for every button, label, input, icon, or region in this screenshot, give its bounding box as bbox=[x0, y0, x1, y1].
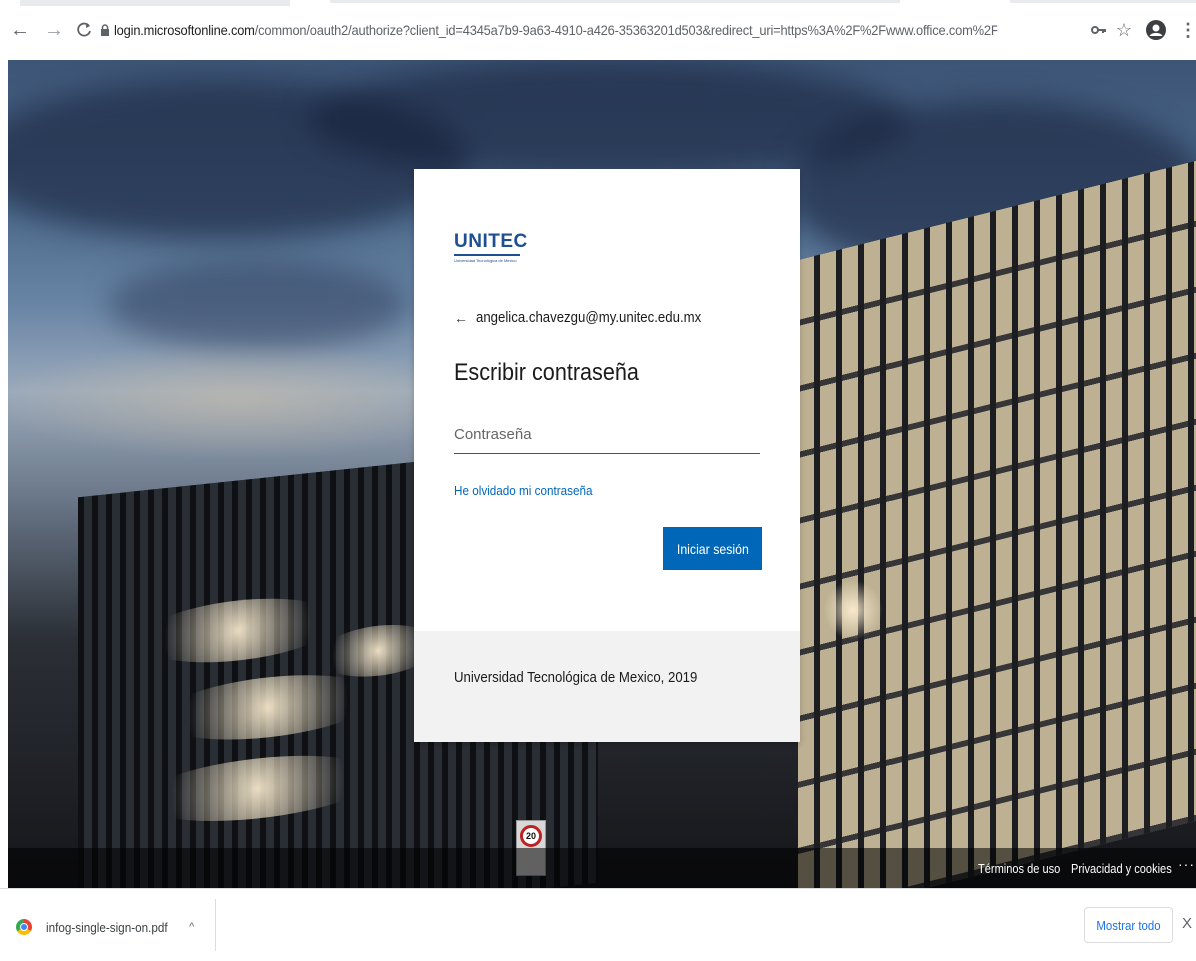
tab-strip-edge bbox=[20, 0, 290, 6]
card-footer bbox=[414, 631, 800, 742]
unitec-logo: UNITEC Universidad Tecnológica de México bbox=[454, 231, 528, 270]
tab-strip-edge bbox=[1010, 0, 1196, 3]
browser-toolbar: ← → login.microsoftonline.com/common/oau… bbox=[0, 0, 1196, 60]
organization-text: Universidad Tecnológica de Mexico, 2019 bbox=[454, 669, 698, 686]
sign-in-label: Iniciar sesión bbox=[676, 540, 749, 557]
profile-avatar-icon[interactable] bbox=[1144, 18, 1168, 42]
close-icon[interactable]: X bbox=[1182, 915, 1192, 932]
browser-menu-icon[interactable]: ⋮ bbox=[1176, 18, 1196, 42]
sign-in-button[interactable]: Iniciar sesión bbox=[663, 527, 762, 570]
url-host: login.microsoftonline.com bbox=[114, 22, 255, 38]
reload-icon bbox=[77, 22, 91, 37]
logo-text: UNITEC bbox=[454, 231, 528, 252]
street-light bbox=[823, 580, 883, 640]
terms-link[interactable]: Términos de uso bbox=[978, 861, 1060, 876]
reload-button[interactable] bbox=[72, 18, 96, 42]
lock-icon[interactable] bbox=[98, 18, 112, 42]
privacy-link[interactable]: Privacidad y cookies bbox=[1071, 861, 1172, 876]
bookmark-star-icon[interactable]: ☆ bbox=[1112, 18, 1136, 42]
forgot-password-link[interactable]: He olvidado mi contraseña bbox=[454, 483, 593, 498]
chevron-up-icon[interactable]: ^ bbox=[189, 921, 194, 933]
cloud bbox=[108, 260, 408, 350]
chrome-file-icon bbox=[16, 919, 32, 935]
login-card: UNITEC Universidad Tecnológica de México… bbox=[414, 169, 800, 742]
url-path: /common/oauth2/authorize?client_id=4345a… bbox=[254, 22, 998, 38]
address-bar[interactable]: login.microsoftonline.com/common/oauth2/… bbox=[114, 22, 997, 38]
page-title: Escribir contraseña bbox=[454, 359, 639, 386]
password-input[interactable] bbox=[454, 416, 760, 454]
logo-subtext: Universidad Tecnológica de México bbox=[454, 258, 517, 263]
download-item[interactable]: infog-single-sign-on.pdf ^ bbox=[16, 907, 194, 947]
back-button[interactable]: ← bbox=[8, 18, 32, 42]
show-all-label: Mostrar todo bbox=[1096, 917, 1161, 933]
show-all-button[interactable]: Mostrar todo bbox=[1084, 907, 1173, 943]
forward-button[interactable]: → bbox=[42, 18, 66, 42]
building-right bbox=[798, 160, 1196, 888]
account-back-button[interactable]: ← angelica.chavezgu@my.unitec.edu.mx bbox=[454, 309, 732, 326]
key-icon[interactable] bbox=[1087, 18, 1111, 42]
download-file-name: infog-single-sign-on.pdf bbox=[46, 919, 168, 935]
speed-limit-value: 20 bbox=[520, 825, 542, 847]
back-arrow-icon: ← bbox=[10, 18, 30, 41]
forward-arrow-icon: → bbox=[44, 18, 64, 41]
divider bbox=[215, 899, 216, 951]
tab-strip-edge bbox=[330, 0, 900, 3]
more-options-icon[interactable]: ··· bbox=[1178, 856, 1195, 872]
browser-window: ← → login.microsoftonline.com/common/oau… bbox=[0, 0, 1196, 961]
account-email: angelica.chavezgu@my.unitec.edu.mx bbox=[476, 309, 702, 326]
back-arrow-icon: ← bbox=[454, 309, 468, 326]
downloads-bar: infog-single-sign-on.pdf ^ Mostrar todo … bbox=[0, 888, 1196, 961]
